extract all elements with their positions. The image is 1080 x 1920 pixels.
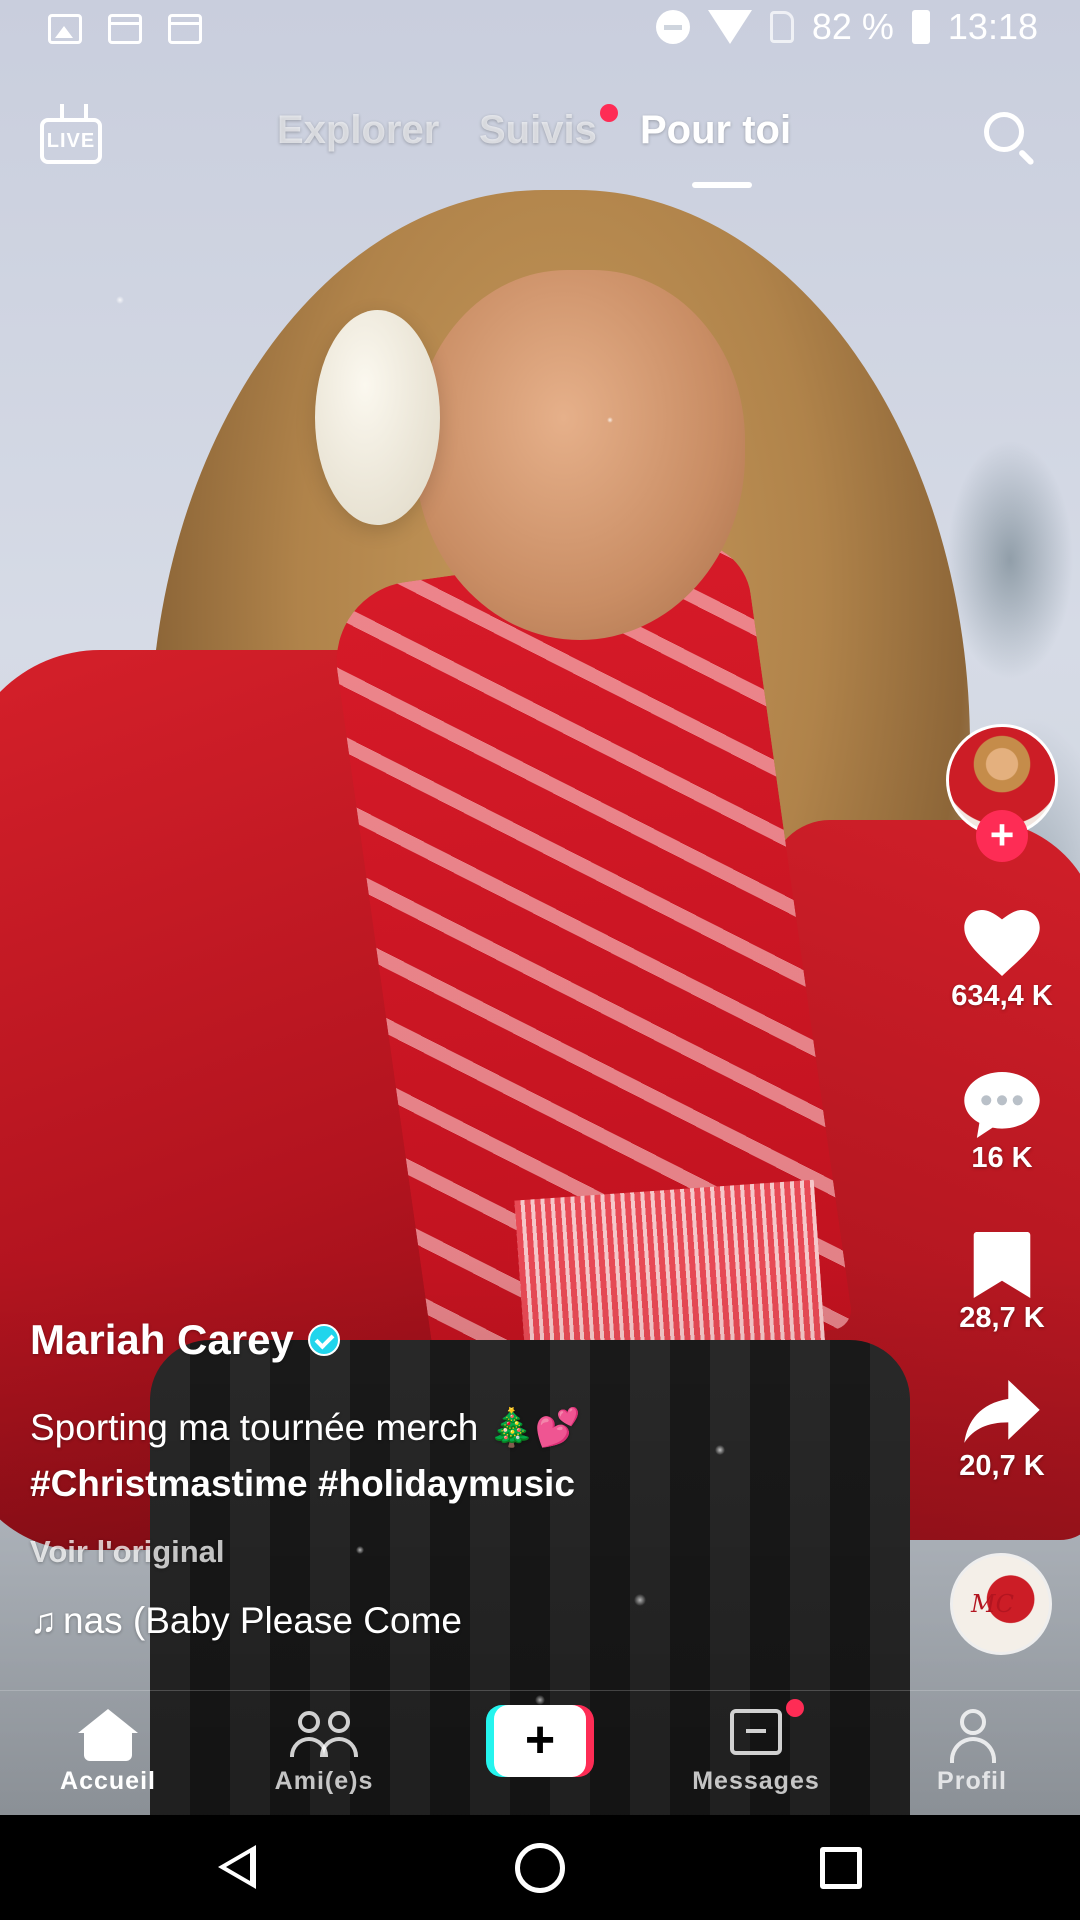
- search-button[interactable]: [980, 108, 1040, 168]
- save-button[interactable]: 28,7 K: [940, 1232, 1064, 1335]
- sound-link[interactable]: ♫ nas (Baby Please Come: [30, 1600, 910, 1642]
- nav-home[interactable]: Accueil: [18, 1691, 198, 1816]
- music-disc-button[interactable]: MC: [950, 1553, 1052, 1655]
- tab-explorer[interactable]: Explorer: [277, 108, 439, 153]
- heart-icon: [964, 910, 1040, 976]
- home-icon: [78, 1709, 138, 1761]
- status-bar: 82 % 13:18: [0, 0, 1080, 62]
- comment-button[interactable]: 16 K: [940, 1072, 1064, 1175]
- like-count: 634,4 K: [951, 980, 1053, 1012]
- back-icon-inner: [226, 1853, 250, 1881]
- profile-icon: [950, 1709, 996, 1765]
- share-button[interactable]: 20,7 K: [940, 1380, 1064, 1483]
- like-button[interactable]: 634,4 K: [940, 910, 1064, 1013]
- system-nav-bar: [0, 1815, 1080, 1920]
- following-notification-dot: [600, 104, 618, 122]
- messages-notification-dot: [786, 1699, 804, 1717]
- bookmark-icon: [973, 1232, 1031, 1298]
- bottom-nav: Accueil Ami(e)s + Messages Profil: [0, 1690, 1080, 1816]
- search-icon-handle: [1017, 148, 1035, 166]
- verified-badge-icon: [307, 1324, 340, 1356]
- battery-icon: [911, 10, 930, 44]
- recents-icon[interactable]: [820, 1847, 862, 1889]
- create-button[interactable]: +: [486, 1705, 594, 1777]
- album-cover-icon: MC: [971, 1590, 1014, 1618]
- nav-friends[interactable]: Ami(e)s: [234, 1691, 414, 1816]
- create-plus-icon: +: [494, 1705, 586, 1777]
- comment-count: 16 K: [971, 1142, 1033, 1174]
- nav-home-label: Accueil: [60, 1767, 156, 1795]
- post-caption: Mariah Carey Sporting ma tournée merch 🎄…: [30, 1316, 910, 1642]
- nav-messages-label: Messages: [692, 1767, 820, 1795]
- image-icon: [48, 14, 82, 44]
- nav-friends-label: Ami(e)s: [274, 1767, 374, 1795]
- active-tab-indicator: [692, 182, 752, 188]
- tab-following[interactable]: Suivis: [479, 108, 597, 153]
- follow-plus-icon[interactable]: +: [976, 810, 1028, 862]
- see-original-link[interactable]: Voir l'original: [30, 1534, 910, 1570]
- feed-tabs: Explorer Suivis Pour toi: [0, 108, 1080, 168]
- nav-profile-label: Profil: [937, 1767, 1007, 1795]
- home-circle-icon[interactable]: [515, 1843, 565, 1893]
- calendar-icon: [108, 14, 142, 44]
- creator-username[interactable]: Mariah Carey: [30, 1316, 294, 1364]
- save-count: 28,7 K: [959, 1302, 1045, 1334]
- share-count: 20,7 K: [959, 1450, 1045, 1482]
- messages-icon: [730, 1709, 782, 1755]
- sound-title: nas (Baby Please Come: [63, 1600, 462, 1641]
- creator-avatar-button[interactable]: +: [946, 724, 1058, 862]
- nav-messages[interactable]: Messages: [666, 1691, 846, 1816]
- post-hashtags[interactable]: #Christmastime #holidaymusic: [30, 1456, 910, 1512]
- clock: 13:18: [947, 6, 1038, 47]
- do-not-disturb-icon: [655, 10, 690, 44]
- nav-profile[interactable]: Profil: [882, 1691, 1062, 1816]
- share-arrow-icon: [964, 1380, 1040, 1443]
- friends-icon: [290, 1709, 360, 1761]
- comment-icon: [964, 1072, 1040, 1138]
- calendar-icon: [168, 14, 202, 44]
- post-description: Sporting ma tournée merch 🎄💕: [30, 1407, 581, 1448]
- search-icon: [984, 112, 1024, 152]
- tab-for-you[interactable]: Pour toi: [640, 108, 791, 153]
- no-sim-icon: [769, 11, 794, 43]
- wifi-icon: [707, 10, 752, 44]
- battery-percent: 82 %: [811, 6, 894, 47]
- music-note-icon: ♫: [30, 1600, 57, 1641]
